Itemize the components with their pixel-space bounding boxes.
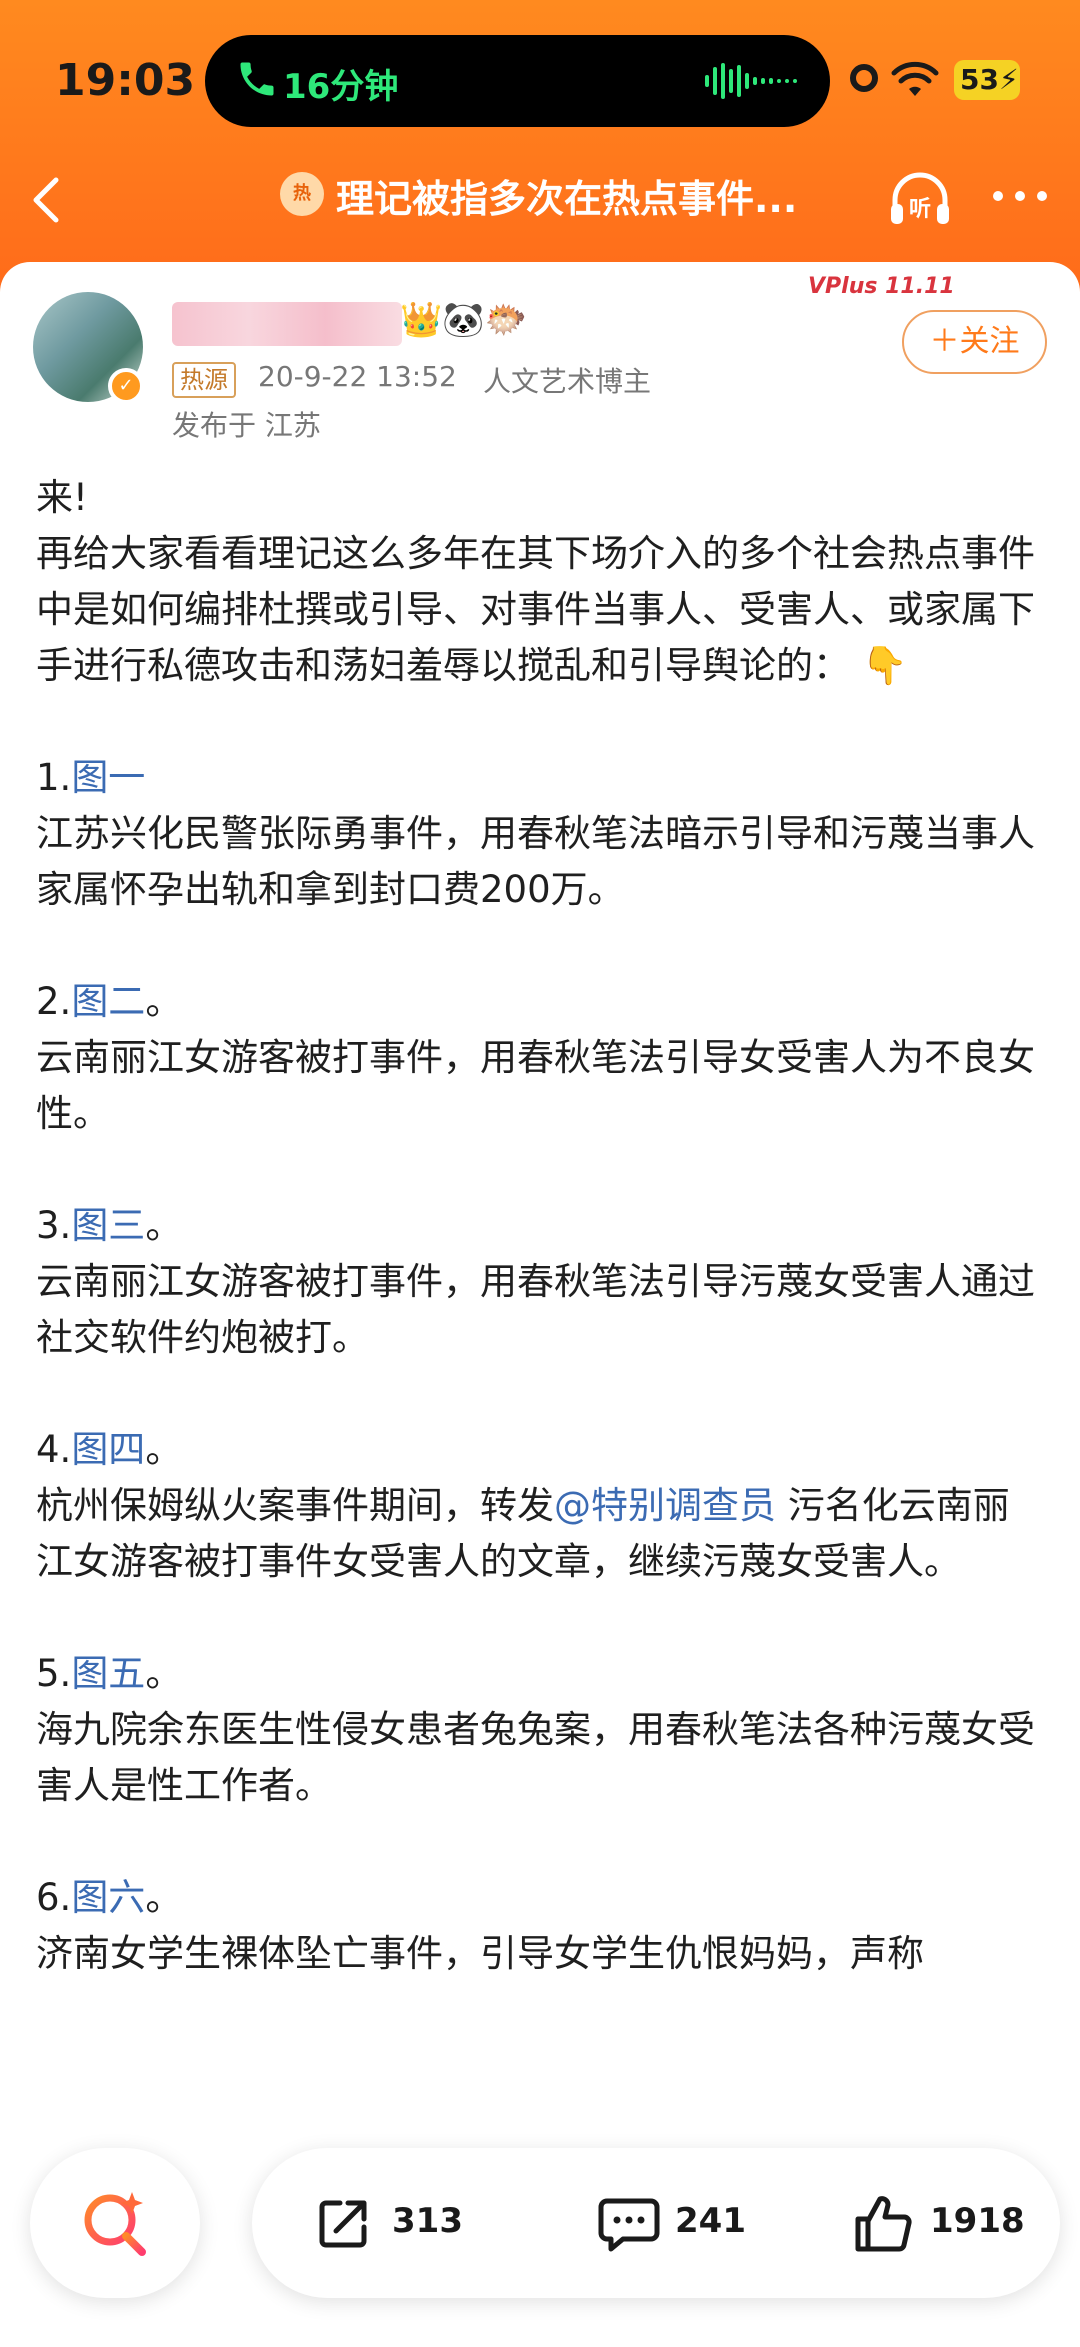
item-heading: 3.图三。 (36, 1198, 1046, 1254)
headphones-icon[interactable]: 听 (885, 168, 955, 230)
paragraph: 海九院余东医生性侵女患者兔兔案，用春秋笔法各种污蔑女受害人是性工作者。 (36, 1708, 1035, 1807)
comment-icon (598, 2198, 660, 2252)
punctuation: 。 (145, 1652, 183, 1695)
image-link[interactable]: 图三 (71, 1204, 145, 1247)
punctuation: 。 (145, 1204, 183, 1247)
item-heading: 5.图五。 (36, 1646, 1046, 1702)
fish-badge-icon: 🐡 (484, 300, 528, 340)
user-badges: 👑🐼🐡 (400, 300, 527, 340)
punctuation: 。 (145, 980, 183, 1023)
post-card: ✓ 👑🐼🐡 热源 20-9-22 13:52 人文艺术博主 发布于 江苏 VPl… (0, 262, 1080, 2347)
more-horizontal-icon[interactable] (990, 186, 1050, 206)
phone-icon (240, 62, 274, 96)
share-icon (319, 2200, 367, 2248)
charging-icon: ⚡ (998, 63, 1019, 96)
svg-text:听: 听 (909, 197, 931, 222)
post-location: 发布于 江苏 (172, 409, 321, 442)
user-mention-link[interactable]: @特别调查员 (554, 1484, 776, 1527)
like-count: 1918 (930, 2201, 1025, 2241)
battery-indicator: 53⚡ (954, 60, 1020, 100)
page-title: 理记被指多次在热点事件... (336, 177, 798, 221)
item-number: 2. (36, 980, 72, 1023)
pointing-down-emoji-icon: 👇 (861, 644, 908, 687)
image-link[interactable]: 图一 (71, 756, 145, 799)
crown-badge-icon: 👑 (400, 300, 443, 340)
paragraph: 江苏兴化民警张际勇事件，用春秋笔法暗示引导和污蔑当事人家属怀孕出轨和拿到封口费2… (36, 812, 1035, 911)
verified-badge-icon: ✓ (108, 368, 144, 404)
dynamic-island[interactable]: 16分钟 (205, 35, 830, 127)
image-link[interactable]: 图四 (71, 1428, 145, 1471)
paragraph: 来! (36, 476, 88, 519)
item-number: 6. (36, 1876, 72, 1919)
like-button[interactable]: 1918 (852, 2193, 1052, 2253)
wifi-icon (891, 61, 939, 96)
item-heading: 6.图六。 (36, 1870, 1046, 1926)
top-nav: 热 理记被指多次在热点事件... 听 (0, 150, 1080, 250)
paragraph: 云南丽江女游客被打事件，用春秋笔法引导污蔑女受害人通过社交软件约炮被打。 (36, 1260, 1035, 1359)
image-link[interactable]: 图六 (71, 1876, 145, 1919)
paragraph: 云南丽江女游客被打事件，用春秋笔法引导女受害人为不良女性。 (36, 1036, 1035, 1135)
clock: 19:03 (55, 55, 196, 106)
image-link[interactable]: 图五 (71, 1652, 145, 1695)
paragraph-text: 杭州保姆纵火案事件期间，转发 (36, 1484, 554, 1527)
search-button[interactable] (30, 2148, 200, 2298)
comment-button[interactable]: 241 (597, 2193, 777, 2253)
chevron-left-icon[interactable] (22, 170, 72, 230)
search-sparkle-icon (84, 2192, 146, 2256)
punctuation: 。 (145, 1876, 183, 1919)
panda-badge-icon: 🐼 (442, 300, 485, 340)
paragraph: 再给大家看看理记这么多年在其下场介入的多个社会热点事件中是如何编排杜撰或引导、对… (36, 526, 1046, 694)
paragraph: 杭州保姆纵火案事件期间，转发@特别调查员 污名化云南丽江女游客被打事件女受害人的… (36, 1478, 1046, 1590)
item-number: 5. (36, 1652, 72, 1695)
item-number: 3. (36, 1204, 72, 1247)
author-role: 人文艺术博主 (483, 365, 652, 398)
share-button[interactable]: 313 (314, 2193, 494, 2253)
item-number: 1. (36, 756, 72, 799)
punctuation: 。 (145, 1428, 183, 1471)
item-heading: 4.图四。 (36, 1422, 1046, 1478)
post-timestamp: 20-9-22 13:52 (258, 360, 457, 393)
call-duration: 16分钟 (283, 67, 399, 107)
post-body: 来! 再给大家看看理记这么多年在其下场介入的多个社会热点事件中是如何编排杜撰或引… (36, 470, 1046, 1982)
username-redacted[interactable] (172, 302, 402, 346)
item-number: 4. (36, 1428, 72, 1471)
hot-topic-icon: 热 (280, 172, 324, 216)
share-count: 313 (392, 2201, 463, 2241)
audio-wave-icon (705, 63, 797, 99)
status-bar: 19:03 16分钟 53⚡ (0, 0, 1080, 150)
paragraph: 济南女学生裸体坠亡事件，引导女学生仇恨妈妈，声称 (36, 1932, 924, 1975)
item-heading: 2.图二。 (36, 974, 1046, 1030)
action-bar: 313 241 1918 (252, 2148, 1060, 2298)
recording-indicator-icon (850, 64, 878, 92)
image-link[interactable]: 图二 (71, 980, 145, 1023)
follow-button[interactable]: ＋关注 (902, 310, 1047, 374)
source-badge: 热源 (172, 362, 236, 398)
thumbs-up-icon (855, 2196, 912, 2252)
item-heading: 1.图一 (36, 750, 1046, 806)
battery-level: 53 (960, 63, 999, 96)
comment-count: 241 (675, 2201, 746, 2241)
